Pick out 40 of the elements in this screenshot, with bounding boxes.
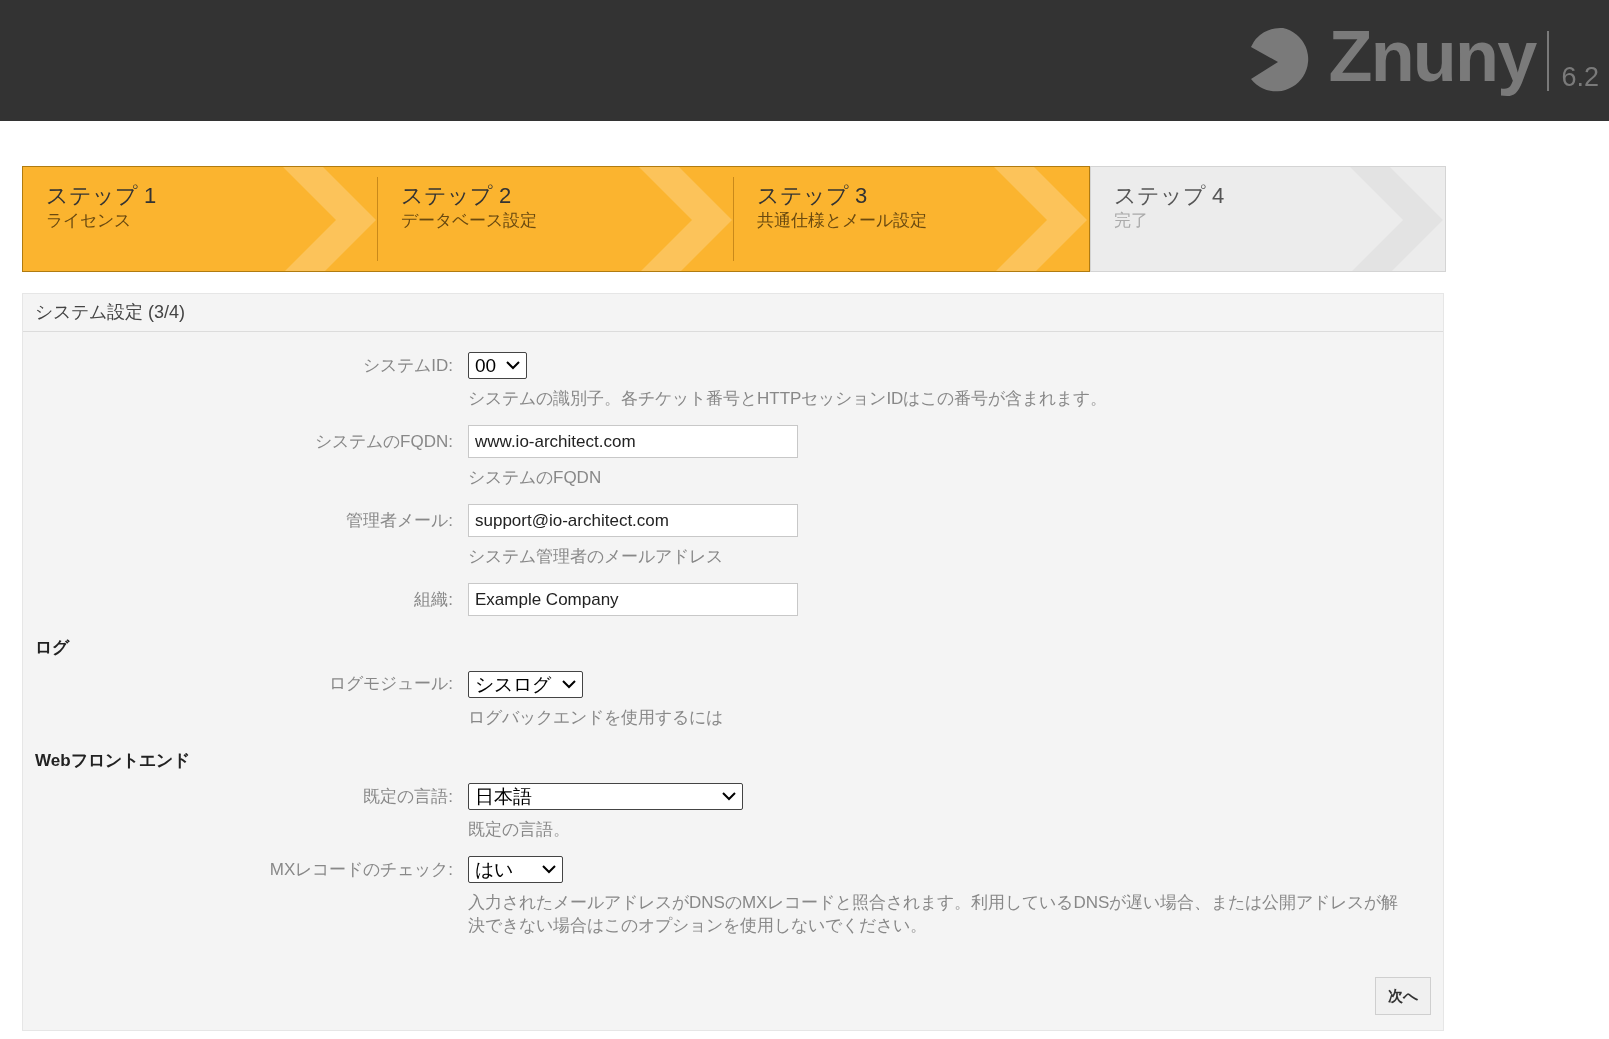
step-subtitle: データベース設定 — [401, 212, 537, 229]
step-title: ステップ 2 — [401, 185, 512, 207]
field-label: 管理者メール: — [345, 509, 453, 532]
step-title: ステップ 1 — [46, 185, 157, 207]
field-hint: 入力されたメールアドレスがDNSのMXレコードと照合されます。利用しているDNSが遅い場合、または公開アドレスが解決できない場合はこのオプションを使用しないでください。 — [468, 892, 1400, 937]
caret-icon — [506, 361, 520, 370]
caret-icon — [542, 865, 556, 874]
caret-icon — [562, 679, 576, 689]
field-label: 既定の言語: — [362, 785, 453, 808]
field-label: 組織: — [413, 588, 453, 611]
field-label: MXレコードのチェック: — [268, 858, 453, 881]
step-subtitle: 共通仕様とメール設定 — [757, 212, 927, 229]
input-field[interactable]: Example Company — [468, 583, 798, 616]
step-subtitle: ライセンス — [46, 212, 131, 229]
step-title: ステップ 3 — [757, 185, 868, 207]
section-heading: Webフロントエンド — [35, 750, 190, 770]
section-heading: ログ — [35, 638, 69, 657]
field-label: システムID: — [362, 354, 453, 377]
field-hint: システム管理者のメールアドレス — [468, 546, 724, 568]
dropdown[interactable]: はい — [468, 856, 563, 883]
dropdown[interactable]: 日本語 — [468, 783, 743, 810]
chevron-icon — [639, 167, 734, 271]
caret-icon — [722, 792, 736, 801]
field-label: システムのFQDN: — [314, 430, 453, 453]
field-hint: システムの識別子。各チケット番号とHTTPセッションIDはこの番号が含まれます。 — [468, 388, 1109, 410]
dropdown[interactable]: シスログ — [468, 670, 583, 698]
chevron-icon — [994, 167, 1089, 271]
dropdown[interactable]: 00 — [468, 352, 527, 379]
field-hint: システムのFQDN — [468, 467, 603, 489]
input-field[interactable]: www.io-architect.com — [468, 425, 798, 458]
field-hint: ログバックエンドを使用するには — [468, 706, 724, 729]
field-label: ログモジュール: — [328, 673, 453, 696]
field-hint: 既定の言語。 — [468, 819, 571, 841]
step-subtitle: 完了 — [1114, 212, 1148, 229]
chevron-icon — [283, 167, 378, 271]
input-field[interactable]: support@io-architect.com — [468, 504, 798, 537]
panel-title: システム設定 (3/4) — [35, 301, 185, 324]
logo-version: 6.2 — [1561, 63, 1599, 91]
next-button[interactable]: 次へ — [1375, 977, 1431, 1015]
step-title: ステップ 4 — [1114, 185, 1225, 207]
